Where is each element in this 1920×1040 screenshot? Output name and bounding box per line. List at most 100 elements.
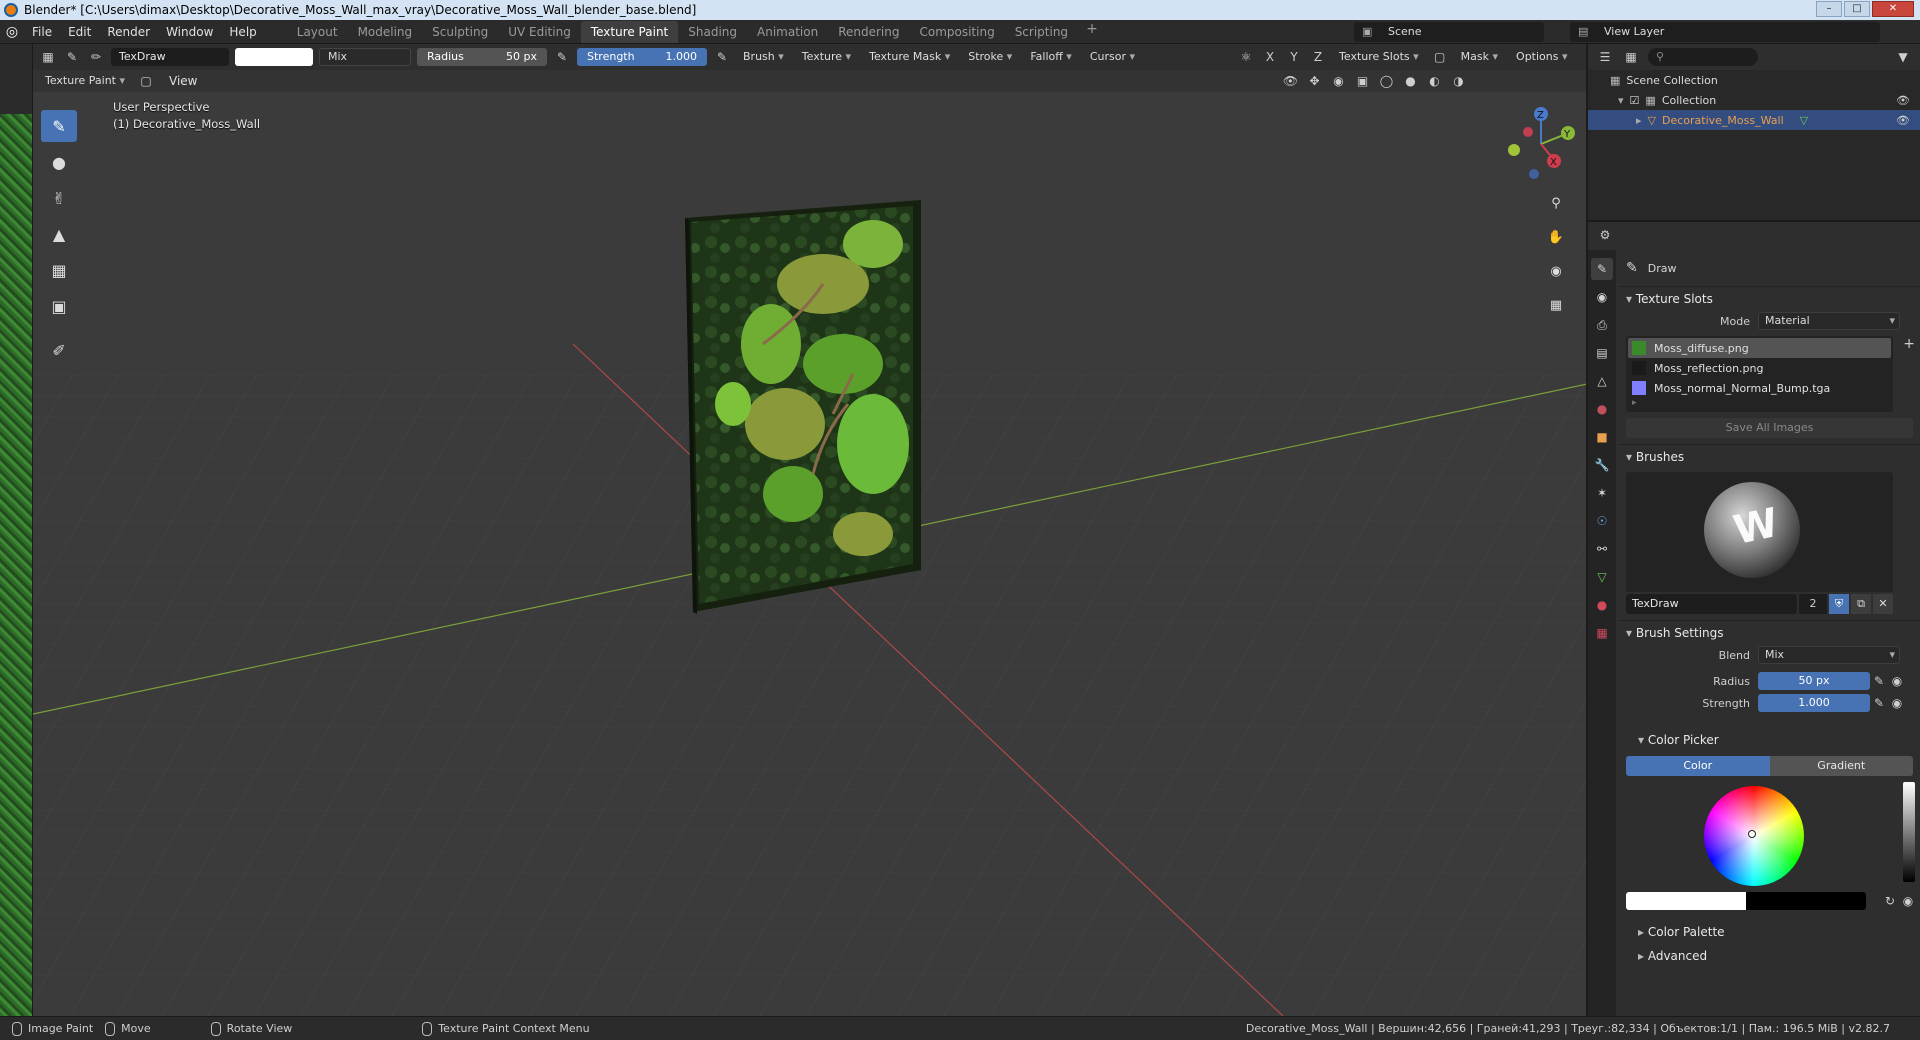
fake-user-shield-icon[interactable]: ⛨	[1829, 594, 1849, 614]
outliner-editor-icon[interactable]: ☰	[1596, 48, 1614, 66]
close-button[interactable]: ✕	[1872, 1, 1914, 17]
unlink-brush-icon[interactable]: ✕	[1873, 594, 1893, 614]
tab-rendering[interactable]: Rendering	[828, 21, 909, 43]
advanced-panel-header[interactable]: Advanced	[1618, 944, 1920, 968]
smear-tool-icon[interactable]: ✌	[41, 182, 77, 214]
cursor-dropdown[interactable]: Cursor	[1084, 48, 1141, 66]
maximize-button[interactable]: □	[1844, 1, 1870, 17]
radius-field[interactable]: 50 px	[1758, 672, 1870, 690]
strength-pressure-icon[interactable]: ✎	[1870, 694, 1888, 712]
view-menu[interactable]: View	[161, 74, 205, 88]
radius-pressure-icon[interactable]: ✎	[1870, 672, 1888, 690]
brush-settings-panel-header[interactable]: Brush Settings	[1618, 620, 1920, 644]
tab-shading[interactable]: Shading	[678, 21, 747, 43]
texture-mask-dropdown[interactable]: Texture Mask	[863, 48, 956, 66]
mirror-x-toggle[interactable]: X	[1261, 48, 1279, 66]
list-resize-handle[interactable]: ▸	[1628, 398, 1891, 410]
render-tab-icon[interactable]: ◉	[1591, 286, 1613, 308]
3d-viewport[interactable]: ▦ ✎ ✏ TexDraw Mix Radius 50 px ✎ Strengt…	[32, 44, 1586, 1016]
paint-mode-icon[interactable]: ✎	[63, 48, 81, 66]
minimize-button[interactable]: –	[1816, 1, 1842, 17]
display-mode-icon[interactable]: ▦	[1622, 48, 1640, 66]
tab-sculpting[interactable]: Sculpting	[422, 21, 498, 43]
output-tab-icon[interactable]: ⎙	[1591, 314, 1613, 336]
expand-arrow-icon[interactable]: ▾	[1618, 94, 1624, 107]
soften-tool-icon[interactable]: ●	[41, 146, 77, 178]
brush-users-count[interactable]: 2	[1799, 594, 1827, 614]
outliner-scene-collection[interactable]: ▦ Scene Collection	[1588, 70, 1920, 90]
menu-help[interactable]: Help	[221, 25, 264, 39]
outliner-search-input[interactable]: ⚲	[1648, 48, 1758, 66]
physics-tab-icon[interactable]: ☉	[1591, 510, 1613, 532]
primary-secondary-color[interactable]	[1626, 892, 1866, 910]
gradient-tab[interactable]: Gradient	[1769, 756, 1913, 776]
properties-editor-icon[interactable]: ⚙	[1596, 226, 1614, 244]
color-picker-panel-header[interactable]: Color Picker	[1618, 728, 1920, 752]
checkbox-icon[interactable]: ☑	[1630, 94, 1640, 107]
tab-layout[interactable]: Layout	[287, 21, 348, 43]
radius-slider[interactable]: Radius 50 px	[417, 48, 547, 66]
brush-name-field[interactable]: TexDraw	[111, 48, 229, 66]
add-slot-button[interactable]: +	[1903, 336, 1915, 352]
brush-name-input[interactable]: TexDraw	[1626, 594, 1797, 614]
brush-preview[interactable]	[1626, 472, 1893, 592]
scene-tab-icon[interactable]: △	[1591, 370, 1613, 392]
brush-color-swatch[interactable]	[235, 48, 313, 66]
fill-tool-icon[interactable]: ▦	[41, 254, 77, 286]
eyedropper-icon[interactable]: ◉	[1899, 892, 1917, 910]
mask-dropdown[interactable]: Mask	[1455, 48, 1504, 66]
xray-toggle-icon[interactable]: ▣	[1354, 72, 1372, 90]
blender-menu-icon[interactable]: ◎	[0, 24, 24, 40]
data-tab-icon[interactable]: ▽	[1591, 566, 1613, 588]
overlays-toggle-icon[interactable]: ◉	[1330, 72, 1348, 90]
visibility-icon[interactable]: 👁	[1282, 72, 1300, 90]
duplicate-brush-icon[interactable]: ⧉	[1851, 594, 1871, 614]
menu-render[interactable]: Render	[99, 25, 158, 39]
shading-solid-icon[interactable]: ●	[1402, 72, 1420, 90]
zoom-icon[interactable]: ⚲	[1544, 192, 1568, 216]
tab-texture-paint[interactable]: Texture Paint	[580, 20, 679, 43]
shading-material-icon[interactable]: ◐	[1426, 72, 1444, 90]
tab-modeling[interactable]: Modeling	[348, 21, 423, 43]
camera-view-icon[interactable]: ◉	[1544, 260, 1568, 284]
strength-unified-icon[interactable]: ◉	[1888, 694, 1906, 712]
tab-animation[interactable]: Animation	[747, 21, 828, 43]
strength-slider[interactable]: Strength 1.000	[577, 48, 707, 66]
mask-checkbox[interactable]: ▢	[1431, 48, 1449, 66]
color-palette-panel-header[interactable]: Color Palette	[1618, 920, 1920, 944]
view-layer-tab-icon[interactable]: ▤	[1591, 342, 1613, 364]
swap-colors-icon[interactable]: ↻	[1881, 892, 1899, 910]
visibility-eye-icon[interactable]: 👁	[1896, 94, 1910, 107]
shading-wireframe-icon[interactable]: ◯	[1378, 72, 1396, 90]
save-all-images-button[interactable]: Save All Images	[1626, 418, 1913, 438]
editor-type-icon[interactable]: ▦	[39, 48, 57, 66]
strength-pressure-icon[interactable]: ✎	[713, 48, 731, 66]
expand-arrow-icon[interactable]: ▸	[1636, 114, 1642, 127]
world-tab-icon[interactable]: ●	[1591, 398, 1613, 420]
texture-slots-dropdown[interactable]: Texture Slots	[1333, 48, 1425, 66]
color-wheel[interactable]	[1704, 786, 1804, 886]
gizmo-toggle-icon[interactable]: ✥	[1306, 72, 1324, 90]
add-workspace-button[interactable]: +	[1078, 21, 1106, 43]
blend-select[interactable]: Mix	[1758, 646, 1900, 664]
visibility-eye-icon[interactable]: 👁	[1896, 114, 1910, 127]
modifiers-tab-icon[interactable]: 🔧	[1591, 454, 1613, 476]
outliner-collection[interactable]: ▾ ☑ ▦ Collection 👁	[1588, 90, 1920, 110]
scene-selector[interactable]: Scene	[1354, 22, 1544, 42]
outliner-object-row[interactable]: ▸ ▽ Decorative_Moss_Wall ▽ 👁	[1588, 110, 1920, 130]
texture-slots-panel-header[interactable]: Texture Slots	[1618, 286, 1920, 310]
filter-icon[interactable]: ▼	[1894, 48, 1912, 66]
stroke-dropdown[interactable]: Stroke	[962, 48, 1018, 66]
menu-window[interactable]: Window	[158, 25, 221, 39]
texture-dropdown[interactable]: Texture	[796, 48, 857, 66]
blend-mode-select[interactable]: Mix	[319, 48, 411, 66]
clone-tool-icon[interactable]: ▲	[41, 218, 77, 250]
navigation-gizmo[interactable]: Z Y X	[1506, 104, 1576, 184]
pan-hand-icon[interactable]: ✋	[1544, 226, 1568, 250]
color-wheel-cursor[interactable]	[1748, 830, 1756, 838]
shading-rendered-icon[interactable]: ◑	[1450, 72, 1468, 90]
tab-uv-editing[interactable]: UV Editing	[498, 21, 581, 43]
overlay-paint-icon[interactable]: ▢	[137, 72, 155, 90]
texture-slot-item[interactable]: Moss_normal_Normal_Bump.tga	[1628, 378, 1891, 398]
view-layer-selector[interactable]: View Layer	[1570, 22, 1880, 42]
